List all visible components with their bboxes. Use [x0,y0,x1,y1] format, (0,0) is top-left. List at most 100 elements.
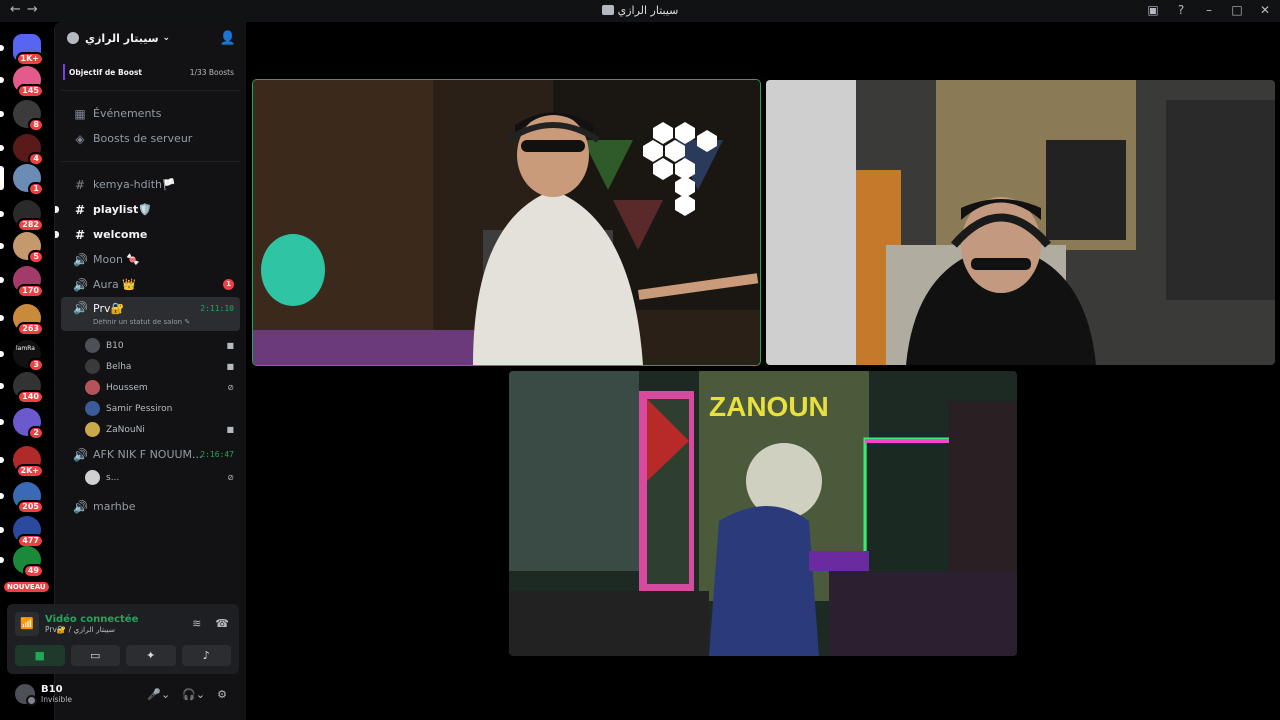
unread-indicator [0,45,4,51]
avatar [85,359,100,374]
close-button[interactable]: ✕ [1258,3,1272,17]
voice-user-name: Houssem [106,382,148,393]
unread-indicator [0,211,4,217]
mention-badge: 1 [223,279,234,290]
server-icon-15[interactable]: 477 [0,516,44,548]
inbox-icon[interactable]: ▣ [1146,3,1160,17]
username[interactable]: B10 [41,684,72,695]
unread-indicator [0,493,4,499]
avatar [85,338,100,353]
unread-indicator [0,315,4,321]
speaker-icon: 🔊 [73,277,88,292]
server-icon-9[interactable]: 263 [0,304,44,336]
deafened-icon: ⊘ [227,473,234,482]
unread-indicator [0,243,4,249]
help-icon[interactable]: ? [1174,3,1188,17]
voice-user[interactable]: s... ⊘ [55,467,246,488]
channel-afk[interactable]: 🔊 AFK NIK F NOUUM... 2:16:47 [61,442,240,467]
server-icon-7[interactable]: 5 [0,232,44,264]
divider [61,161,240,162]
server-icon-8[interactable]: 170 [0,266,44,298]
channel-moon[interactable]: 🔊 Moon 🍬 [61,247,240,272]
activities-button[interactable]: ✦ [126,645,176,666]
server-icon-13[interactable]: 2K+ [0,446,44,478]
server-icon-5[interactable]: 1 [0,164,44,196]
channel-playlist[interactable]: # playlist🛡️ [55,197,240,222]
mention-badge: 3 [28,358,44,372]
mention-badge: 282 [17,218,44,232]
video-tile-belha[interactable] [766,80,1275,365]
unread-indicator [0,351,4,357]
mention-badge: 145 [17,84,44,98]
mention-badge: 49 [22,564,44,578]
voice-user-name: Samir Pessiron [106,403,173,414]
unread-indicator [55,231,59,238]
speaker-icon: 🔊 [73,499,88,514]
channel-aura[interactable]: 🔊 Aura 👑 1 [61,272,240,297]
title-bar: ←→ سيبتار الرازي ▣ ? – □ ✕ [0,0,1280,22]
channel-welcome[interactable]: # welcome [55,222,240,247]
events-item[interactable]: ▦ Événements [61,101,240,126]
mention-badge: 1 [28,182,44,196]
boost-goal[interactable]: Objectif de Boost 1/33 Boosts [63,64,240,80]
unread-indicator [0,145,4,151]
voice-location[interactable]: Prv🔐 / سيبتار الرازي [45,625,138,634]
server-icon-3[interactable]: 8 [0,100,44,132]
afk-user-list: s... ⊘ [55,467,246,488]
voice-user[interactable]: ZaNouNi ■ [55,419,246,440]
noise-suppression-icon[interactable]: ≋ [192,617,201,630]
server-icon-11[interactable]: 140 [0,372,44,404]
voice-user-name: s... [106,472,120,483]
mention-badge: 5 [28,250,44,264]
disconnect-icon[interactable]: ☎ [215,617,229,630]
voice-user[interactable]: Belha ■ [55,356,246,377]
video-tile-b10[interactable] [252,79,761,366]
calendar-icon: ▦ [74,106,86,121]
camera-button[interactable]: ■ [15,645,65,666]
voice-user[interactable]: B10 ■ [55,335,246,356]
avatar[interactable] [15,684,37,706]
channel-prv[interactable]: 🔊 Prv🔐 2:11:10 [61,297,240,319]
voice-user[interactable]: Samir Pessiron [55,398,246,419]
voice-user-name: ZaNouNi [106,424,145,435]
unread-indicator [0,277,4,283]
server-icon-2[interactable]: 145 [0,66,44,98]
maximize-button[interactable]: □ [1230,3,1244,17]
server-icon-12[interactable]: 2 [0,408,44,440]
avatar [85,401,100,416]
screen-share-icon: ▭ [90,649,101,662]
speaker-icon: 🔊 [73,447,88,462]
unread-indicator [0,457,4,463]
video-tile-zanouni[interactable]: ZANOUN [509,371,1017,656]
channel-kemya[interactable]: # kemya-hdith🏳️ [61,172,240,197]
user-panel: B10 Invisible 🎤⌄ 🎧⌄ ⚙ [7,678,239,710]
server-header[interactable]: سيبتار الرازي ⌄ 👤 [55,22,246,54]
speaker-icon: 🔊 [73,301,88,315]
settings-gear-icon[interactable]: ⚙ [217,688,227,701]
screen-share-button[interactable]: ▭ [70,645,120,666]
hash-icon: # [74,227,86,242]
add-member-icon[interactable]: 👤 [220,31,236,46]
signal-icon[interactable]: 📶 [15,612,39,636]
server-icon-14[interactable]: 205 [0,482,44,514]
call-timer: 2:11:10 [200,303,234,313]
server-icon-1[interactable]: 1K+ [0,34,44,66]
microphone-icon[interactable]: 🎤⌄ [147,688,170,701]
avatar [85,380,100,395]
server-icon-4[interactable]: 4 [0,134,44,166]
camera-icon: ■ [226,425,234,434]
server-icon-16[interactable]: 49 [0,546,44,578]
voice-user[interactable]: Houssem ⊘ [55,377,246,398]
hash-icon: # [74,202,86,217]
video-feed: ZANOUN [509,371,1017,656]
server-icon-6[interactable]: 282 [0,200,44,232]
camera-icon: ■ [34,649,45,662]
server-boosts-item[interactable]: ◈ Boosts de serveur [61,126,240,151]
prv-user-list: B10 ■ Belha ■ Houssem ⊘ Samir Pessiron ZaNouNi ■ [55,335,246,440]
minimize-button[interactable]: – [1202,3,1216,17]
unread-indicator [0,557,4,563]
voice-user-name: Belha [106,361,132,372]
soundboard-button[interactable]: ♪ [181,645,231,666]
headphones-icon[interactable]: 🎧⌄ [182,688,205,701]
channel-marhbe[interactable]: 🔊 marhbe [61,494,240,519]
